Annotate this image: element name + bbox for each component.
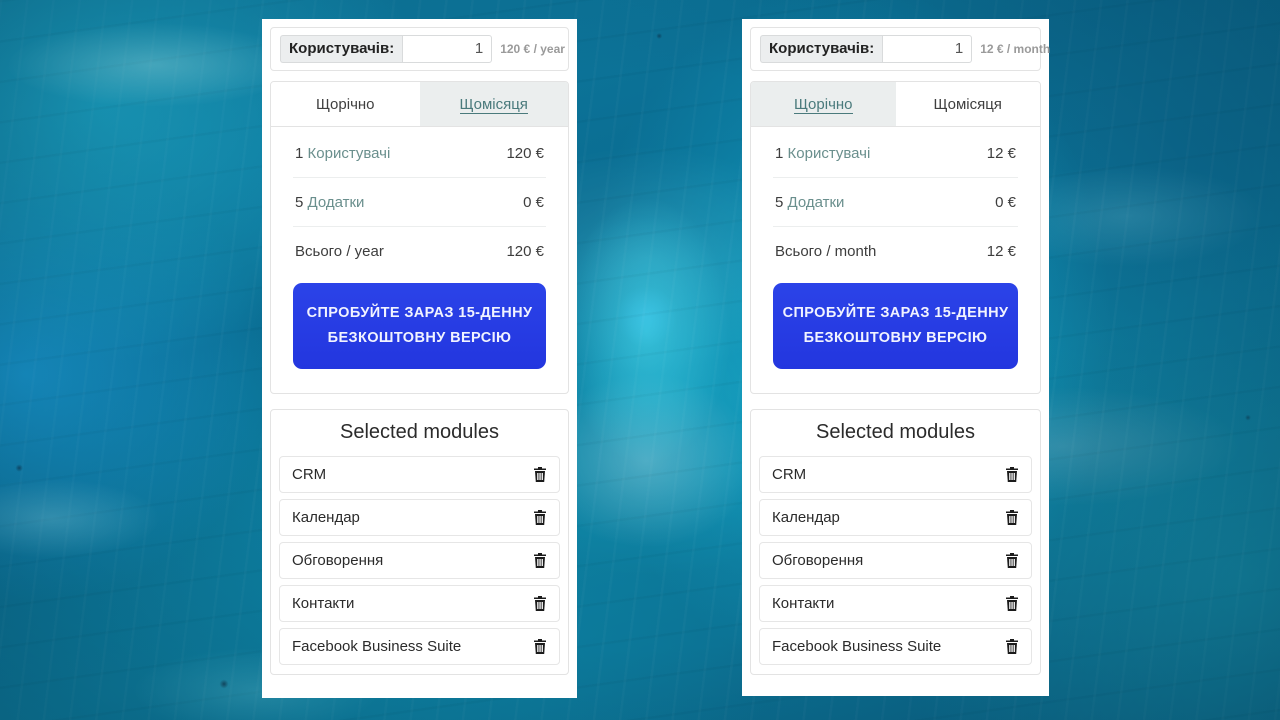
users-selector: Користувачів: 12 € / month: [750, 27, 1050, 71]
pricing-row-apps-count: 5: [295, 194, 304, 211]
trash-icon[interactable]: [532, 595, 548, 612]
pricing-row-total: Всього / month 12 €: [773, 227, 1018, 275]
pricing-row-apps: 5 Додатки 0 €: [773, 178, 1018, 227]
users-label: Користувачів:: [280, 35, 403, 63]
users-selector: Користувачів: 120 € / year: [270, 27, 569, 71]
module-name: Обговорення: [772, 552, 864, 569]
users-input[interactable]: [402, 35, 493, 63]
tab-monthly-label: Щомісяця: [459, 96, 528, 114]
list-item[interactable]: Контакти: [759, 585, 1032, 622]
module-name: Календар: [292, 509, 360, 526]
pricing-row-users-name: Користувачі: [787, 145, 871, 162]
pricing-row-users-count: 1: [775, 145, 784, 162]
pricing-row-users-amount: 120 €: [506, 145, 544, 162]
trash-icon[interactable]: [1004, 638, 1020, 655]
pricing-card: Щорічно Щомісяця 1 Користувачі 12 € 5 До…: [750, 81, 1041, 394]
module-name: CRM: [292, 466, 327, 483]
selected-modules-card: Selected modules CRM Календар Обговоренн…: [270, 409, 569, 675]
trash-icon[interactable]: [532, 509, 548, 526]
list-item[interactable]: Контакти: [279, 585, 560, 622]
module-name: Календар: [772, 509, 840, 526]
list-item[interactable]: Facebook Business Suite: [759, 628, 1032, 665]
start-free-trial-button[interactable]: СПРОБУЙТЕ ЗАРАЗ 15-ДЕННУ БЕЗКОШТОВНУ ВЕР…: [773, 283, 1018, 369]
pricing-total-amount: 120 €: [506, 243, 544, 260]
selected-modules-card: Selected modules CRM Календар Обговоренн…: [750, 409, 1041, 675]
trash-icon[interactable]: [1004, 552, 1020, 569]
pricing-total-label: Всього / month: [775, 243, 877, 260]
background-vignette: [0, 0, 1280, 720]
list-item[interactable]: CRM: [279, 456, 560, 493]
module-name: Facebook Business Suite: [772, 638, 942, 655]
trash-icon[interactable]: [532, 466, 548, 483]
module-name: Контакти: [772, 595, 835, 612]
module-name: Контакти: [292, 595, 355, 612]
monthly-plan-panel: Користувачів: 12 € / month Щорічно Щоміс…: [742, 19, 1050, 696]
pricing-row-apps-name: Додатки: [787, 194, 845, 211]
list-item[interactable]: Календар: [279, 499, 560, 536]
start-free-trial-button[interactable]: СПРОБУЙТЕ ЗАРАЗ 15-ДЕННУ БЕЗКОШТОВНУ ВЕР…: [293, 283, 546, 369]
list-item[interactable]: CRM: [759, 456, 1032, 493]
users-label: Користувачів:: [760, 35, 883, 63]
trash-icon[interactable]: [1004, 509, 1020, 526]
background-specks: [0, 0, 1280, 720]
tab-yearly[interactable]: Щорічно: [751, 82, 896, 126]
list-item[interactable]: Обговорення: [279, 542, 560, 579]
unit-price-label: 120 € / year: [500, 42, 565, 56]
users-input[interactable]: [882, 35, 973, 63]
list-item[interactable]: Facebook Business Suite: [279, 628, 560, 665]
pricing-row-apps-amount: 0 €: [995, 194, 1016, 211]
list-item[interactable]: Обговорення: [759, 542, 1032, 579]
pricing-row-apps-amount: 0 €: [523, 194, 544, 211]
module-name: Обговорення: [292, 552, 384, 569]
tab-monthly[interactable]: Щомісяця: [419, 82, 568, 126]
pricing-row-total: Всього / year 120 €: [293, 227, 546, 275]
trash-icon[interactable]: [532, 638, 548, 655]
background-streaks: [0, 0, 1280, 720]
module-name: Facebook Business Suite: [292, 638, 462, 655]
selected-modules-title: Selected modules: [340, 421, 499, 443]
pricing-row-apps-name: Додатки: [307, 194, 365, 211]
pricing-total-amount: 12 €: [986, 243, 1016, 260]
tab-yearly-label: Щорічно: [793, 96, 853, 114]
pricing-row-users-label: 1 Користувачі: [775, 145, 870, 162]
module-name: CRM: [772, 466, 807, 483]
cta-container: СПРОБУЙТЕ ЗАРАЗ 15-ДЕННУ БЕЗКОШТОВНУ ВЕР…: [271, 275, 568, 393]
pricing-row-users-name: Користувачі: [307, 145, 391, 162]
cta-container: СПРОБУЙТЕ ЗАРАЗ 15-ДЕННУ БЕЗКОШТОВНУ ВЕР…: [751, 275, 1040, 393]
pricing-card: Щорічно Щомісяця 1 Користувачі 120 € 5 Д…: [270, 81, 569, 394]
list-item[interactable]: Календар: [759, 499, 1032, 536]
unit-price-label: 12 € / month: [980, 42, 1051, 56]
trash-icon[interactable]: [532, 552, 548, 569]
pricing-row-users-amount: 12 €: [986, 145, 1016, 162]
pricing-total-label: Всього / year: [295, 243, 384, 260]
pricing-rows: 1 Користувачі 120 € 5 Додатки 0 € Всього…: [271, 127, 568, 275]
tab-yearly[interactable]: Щорічно: [271, 82, 420, 126]
pricing-row-users-label: 1 Користувачі: [295, 145, 390, 162]
background-swirl-motif: [0, 0, 1280, 720]
pricing-row-users: 1 Користувачі 12 €: [773, 129, 1018, 178]
trash-icon[interactable]: [1004, 595, 1020, 612]
tab-monthly[interactable]: Щомісяця: [895, 82, 1040, 126]
background-wisps: [0, 0, 1280, 720]
pricing-row-apps-label: 5 Додатки: [775, 194, 844, 211]
pricing-row-apps: 5 Додатки 0 €: [293, 178, 546, 227]
billing-period-tabs: Щорічно Щомісяця: [751, 82, 1040, 127]
background-image: [0, 0, 1280, 720]
trash-icon[interactable]: [1004, 466, 1020, 483]
pricing-row-apps-count: 5: [775, 194, 784, 211]
tab-monthly-label: Щомісяця: [933, 96, 1002, 113]
pricing-rows: 1 Користувачі 12 € 5 Додатки 0 € Всього …: [751, 127, 1040, 275]
selected-modules-title: Selected modules: [816, 421, 975, 443]
tab-yearly-label: Щорічно: [315, 96, 375, 113]
pricing-row-apps-label: 5 Додатки: [295, 194, 364, 211]
screen: Користувачів: 120 € / year Щорічно Щоміс…: [0, 0, 1280, 720]
pricing-row-users-count: 1: [295, 145, 304, 162]
annual-plan-panel: Користувачів: 120 € / year Щорічно Щоміс…: [262, 19, 577, 698]
pricing-row-users: 1 Користувачі 120 €: [293, 129, 546, 178]
billing-period-tabs: Щорічно Щомісяця: [271, 82, 568, 127]
